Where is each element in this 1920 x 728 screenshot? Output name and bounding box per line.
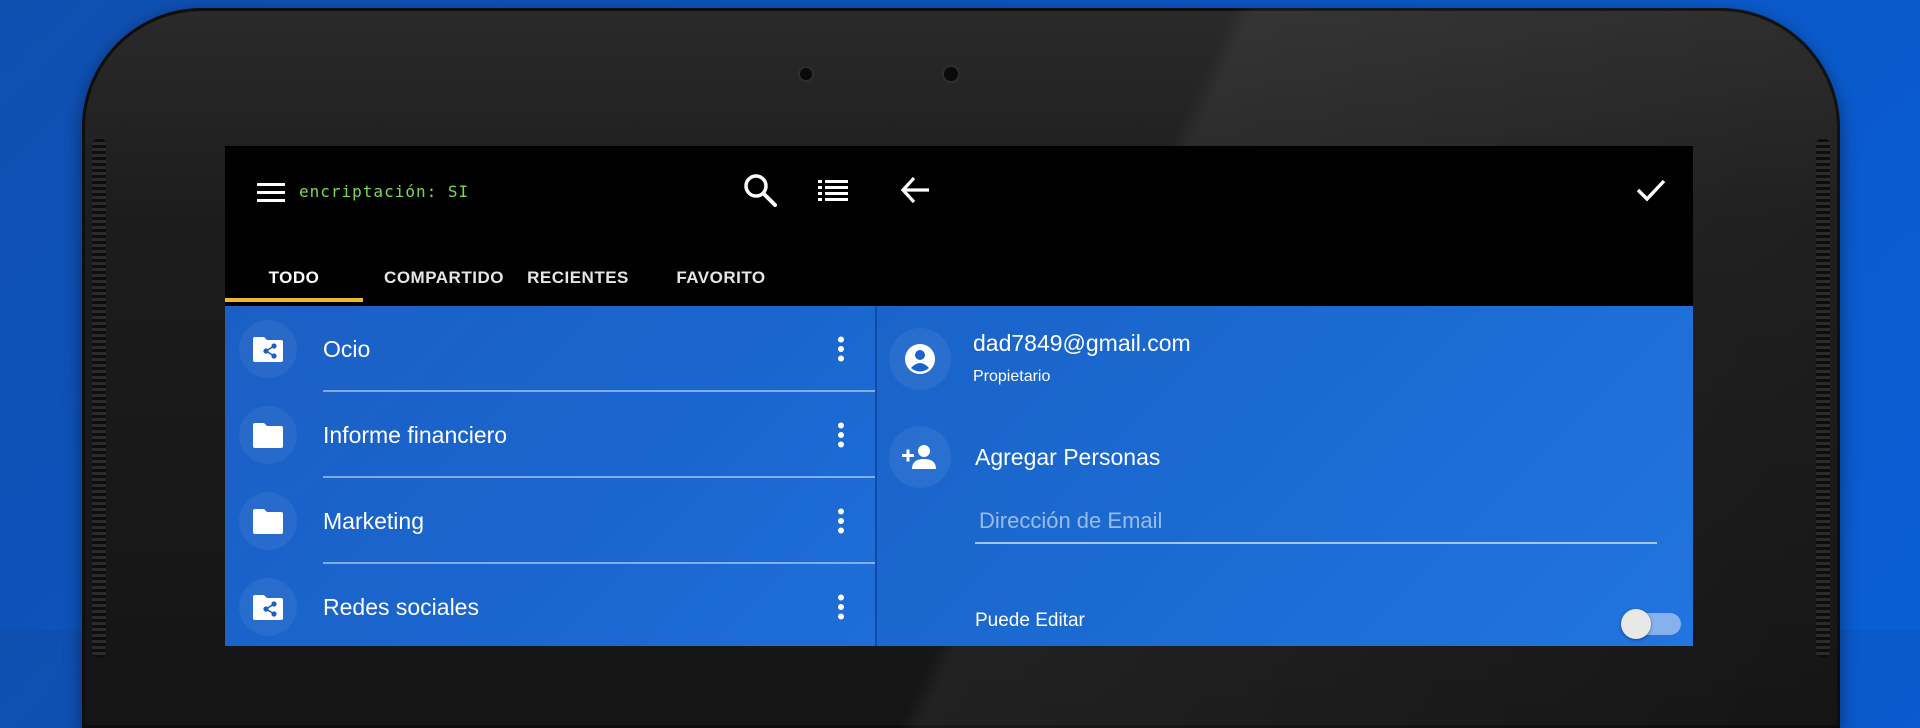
folder-name: Ocio — [323, 336, 371, 362]
folder-row-informe[interactable]: Informe financiero — [225, 392, 875, 478]
email-address-input[interactable] — [975, 500, 1657, 544]
folder-name: Redes sociales — [323, 594, 479, 620]
folder-list: Ocio Informe financiero Marketing Redes … — [225, 306, 875, 646]
shared-folder-icon — [239, 578, 297, 636]
shared-folder-icon — [239, 320, 297, 378]
encryption-status: encriptación: SI — [299, 182, 470, 201]
tab-compartido[interactable]: COMPARTIDO — [371, 250, 517, 306]
owner-email: dad7849@gmail.com — [973, 330, 1191, 356]
more-vert-icon[interactable] — [821, 501, 861, 541]
more-vert-icon[interactable] — [821, 329, 861, 369]
more-vert-icon[interactable] — [821, 587, 861, 627]
list-view-icon[interactable] — [815, 172, 851, 208]
app-screen: encriptación: SI TODO COMPARTIDO RECIENT… — [225, 146, 1693, 646]
folder-row-marketing[interactable]: Marketing — [225, 478, 875, 564]
active-tab-indicator — [225, 298, 363, 302]
toggle-knob — [1621, 609, 1651, 639]
confirm-check-icon[interactable] — [1633, 172, 1669, 208]
folder-row-ocio[interactable]: Ocio — [225, 306, 875, 392]
folder-name: Informe financiero — [323, 422, 508, 448]
owner-role: Propietario — [973, 368, 1051, 385]
account-circle-icon — [889, 328, 951, 390]
folder-name: Marketing — [323, 508, 424, 534]
top-toolbar: encriptación: SI TODO COMPARTIDO RECIENT… — [225, 146, 1693, 306]
front-camera — [944, 67, 958, 81]
folder-row-redes[interactable]: Redes sociales — [225, 564, 875, 646]
menu-icon[interactable] — [255, 176, 287, 208]
tab-favorito[interactable]: FAVORITO — [655, 250, 787, 306]
back-arrow-icon[interactable] — [897, 172, 933, 208]
folder-icon — [239, 492, 297, 550]
can-edit-toggle[interactable] — [1621, 609, 1681, 639]
tab-recientes[interactable]: RECIENTES — [515, 250, 641, 306]
search-icon[interactable] — [740, 170, 780, 210]
right-speaker-grille — [1816, 138, 1830, 658]
person-add-icon[interactable] — [889, 426, 951, 488]
more-vert-icon[interactable] — [821, 415, 861, 455]
can-edit-label: Puede Editar — [975, 610, 1085, 631]
folder-icon — [239, 406, 297, 464]
share-panel: dad7849@gmail.com Propietario Agregar Pe… — [877, 306, 1693, 646]
camera-sensor — [800, 68, 812, 80]
left-speaker-grille — [92, 138, 106, 658]
add-people-label: Agregar Personas — [975, 444, 1161, 470]
